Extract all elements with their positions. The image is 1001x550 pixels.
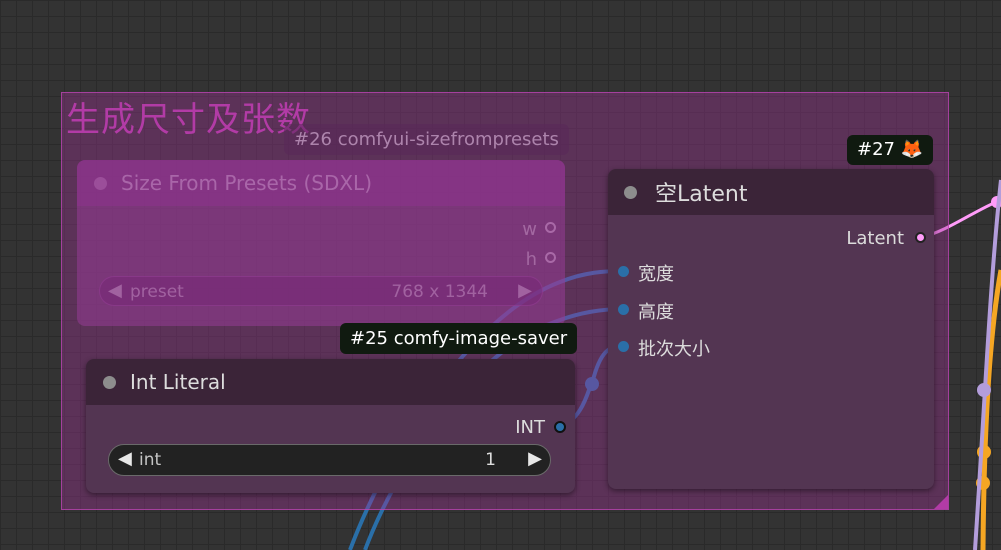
input-batch-dot[interactable] bbox=[618, 341, 629, 352]
input-height-dot[interactable] bbox=[618, 304, 629, 315]
input-width-label: 宽度 bbox=[638, 264, 674, 285]
collapse-dot-icon[interactable] bbox=[624, 185, 637, 199]
node-empty-latent[interactable]: 空Latent Latent 宽度 高度 批次大小 bbox=[608, 169, 934, 489]
node-title: Int Literal bbox=[130, 370, 226, 394]
group-title[interactable]: 生成尺寸及张数 bbox=[66, 92, 311, 141]
node-title: Size From Presets (SDXL) bbox=[121, 171, 373, 195]
arrow-right-icon[interactable]: ▶ bbox=[528, 448, 542, 469]
link-clip-dot[interactable] bbox=[977, 383, 991, 397]
output-h-dot[interactable] bbox=[545, 252, 556, 263]
output-w-label: w bbox=[522, 219, 537, 240]
output-latent-label: Latent bbox=[846, 228, 904, 249]
node-title: 空Latent bbox=[655, 182, 748, 207]
preset-value: 768 x 1344 bbox=[391, 282, 488, 302]
node-badge-25: #25 comfy-image-saver bbox=[340, 323, 578, 354]
input-width-dot[interactable] bbox=[618, 266, 629, 277]
output-h-label: h bbox=[525, 249, 537, 270]
link-clip bbox=[973, 179, 1001, 550]
node-int-literal[interactable]: Int Literal INT ◀ int 1 ▶ bbox=[86, 359, 575, 493]
output-int-dot[interactable] bbox=[554, 421, 566, 433]
output-latent-dot[interactable] bbox=[915, 232, 926, 243]
preset-widget[interactable]: ◀ preset 768 x 1344 ▶ bbox=[99, 276, 543, 306]
node-size-from-presets-header[interactable]: Size From Presets (SDXL) bbox=[77, 160, 565, 206]
node-empty-latent-header[interactable]: 空Latent bbox=[608, 169, 934, 215]
int-widget[interactable]: ◀ int 1 ▶ bbox=[108, 444, 551, 476]
input-batch-label: 批次大小 bbox=[638, 339, 710, 360]
output-int-label: INT bbox=[515, 417, 545, 438]
int-label: int bbox=[139, 450, 162, 470]
arrow-right-icon[interactable]: ▶ bbox=[518, 280, 532, 301]
group-resize-handle[interactable] bbox=[934, 495, 948, 509]
arrow-left-icon[interactable]: ◀ bbox=[108, 280, 122, 301]
int-value: 1 bbox=[485, 450, 496, 470]
collapse-dot-icon[interactable] bbox=[103, 375, 116, 389]
preset-label: preset bbox=[130, 282, 184, 302]
node-int-literal-header[interactable]: Int Literal bbox=[86, 359, 575, 405]
arrow-left-icon[interactable]: ◀ bbox=[118, 448, 132, 469]
node-badge-26: #26 comfyui-sizefrompresets bbox=[284, 124, 569, 155]
collapse-dot-icon[interactable] bbox=[94, 176, 107, 190]
output-w-dot[interactable] bbox=[545, 222, 556, 233]
node-badge-27: #27 🦊 bbox=[847, 135, 934, 165]
node-size-from-presets[interactable]: Size From Presets (SDXL) w h ◀ preset 76… bbox=[77, 160, 565, 326]
input-height-label: 高度 bbox=[638, 302, 674, 323]
